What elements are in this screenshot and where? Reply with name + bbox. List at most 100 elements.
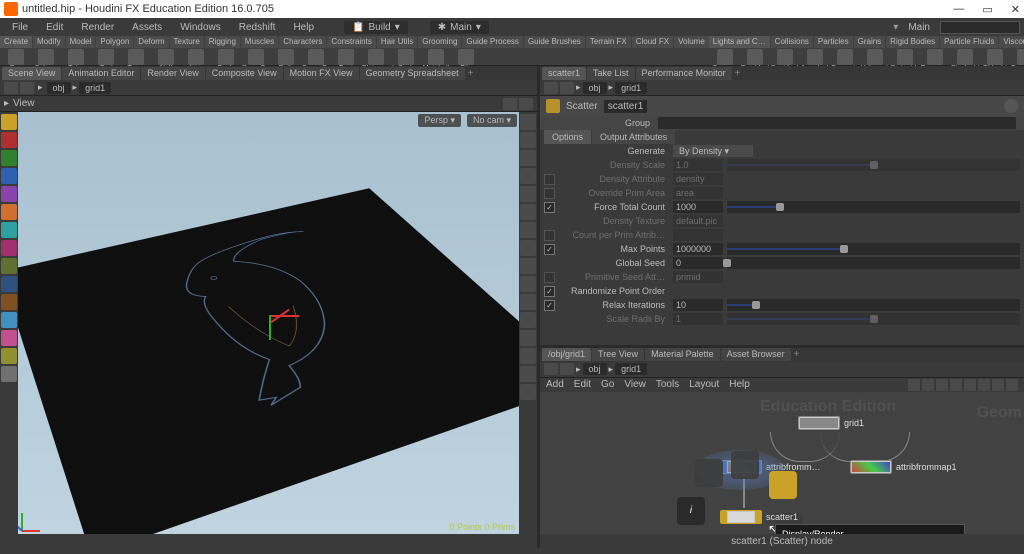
left-pane-tab-5[interactable]: Geometry Spreadsheet [360, 67, 465, 80]
shelf-left-icon-13[interactable] [398, 49, 414, 65]
net-tab-0[interactable]: /obj/grid1 [542, 348, 591, 361]
nav-back-button[interactable] [4, 82, 18, 94]
net-menu-layout[interactable]: Layout [689, 379, 719, 390]
field-dscale[interactable]: 1.0 [673, 159, 723, 171]
shelf-left-icon-9[interactable] [278, 49, 294, 65]
shelf-right-icon-10[interactable] [1017, 49, 1024, 65]
shelf-left-icon-8[interactable] [248, 49, 264, 65]
menu-assets[interactable]: Assets [124, 21, 170, 34]
shelf-right-icon-5[interactable] [867, 49, 883, 65]
field-pseed[interactable]: primid [673, 271, 723, 283]
left-tool-9[interactable] [1, 276, 17, 292]
left-tool-3[interactable] [1, 168, 17, 184]
checkbox-maxp[interactable]: ✓ [544, 244, 555, 255]
shelf-left-tab-2[interactable]: Model [66, 36, 96, 48]
left-tool-4[interactable] [1, 186, 17, 202]
right-tool-14[interactable] [520, 366, 536, 382]
shelf-left-tab-4[interactable]: Deform [134, 36, 168, 48]
left-tool-7[interactable] [1, 240, 17, 256]
parm-path-obj[interactable]: obj [583, 82, 607, 94]
net-tab-2[interactable]: Material Palette [645, 348, 720, 361]
shelf-left-tab-15[interactable]: Cloud FX [632, 36, 673, 48]
shelf-left-icon-0[interactable] [8, 49, 24, 65]
net-menu-tools[interactable]: Tools [656, 379, 679, 390]
checkbox-pseed[interactable] [544, 272, 555, 283]
shelf-right-icon-8[interactable] [957, 49, 973, 65]
shelf-right-tab-6[interactable]: Viscous Fluids [999, 36, 1024, 48]
checkbox-oprim[interactable] [544, 188, 555, 199]
field-maxp[interactable]: 1000000 [673, 243, 723, 255]
shelf-left-tab-6[interactable]: Rigging [205, 36, 240, 48]
shelf-left-icon-10[interactable] [308, 49, 324, 65]
left-tool-6[interactable] [1, 222, 17, 238]
parm-tab-output[interactable]: Output Attributes [592, 130, 675, 144]
camera-dropdown[interactable]: No cam ▾ [467, 114, 517, 127]
checkbox-ftotal[interactable]: ✓ [544, 202, 555, 213]
select-generate[interactable]: By Density ▾ [673, 145, 753, 157]
shelf-left-tab-16[interactable]: Volume [674, 36, 709, 48]
menu-redshift[interactable]: Redshift [231, 21, 284, 34]
net-nav-fwd[interactable] [560, 363, 574, 375]
net-menu-go[interactable]: Go [601, 379, 614, 390]
right-top-tab-2[interactable]: Performance Monitor [636, 67, 732, 80]
left-tool-2[interactable] [1, 150, 17, 166]
slider-ftotal[interactable] [727, 201, 1020, 213]
module-dropdown[interactable]: ✱ Main ▾ [430, 21, 489, 34]
view-layout-button[interactable] [503, 98, 517, 110]
help-search-input[interactable] [940, 21, 1020, 34]
shelf-left-tab-3[interactable]: Polygon [96, 36, 133, 48]
info-icon[interactable]: i [677, 497, 705, 525]
right-tool-4[interactable] [520, 186, 536, 202]
right-tool-10[interactable] [520, 294, 536, 310]
shelf-left-tab-5[interactable]: Texture [170, 36, 204, 48]
view-expand-button[interactable] [519, 98, 533, 110]
menu-render[interactable]: Render [73, 21, 122, 34]
parm-nav-fwd[interactable] [560, 82, 574, 94]
right-tool-0[interactable] [520, 114, 536, 130]
left-pane-tab-add[interactable]: + [468, 68, 474, 79]
shelf-right-icon-1[interactable] [747, 49, 763, 65]
menu-file[interactable]: File [4, 21, 36, 34]
field-gseed[interactable]: 0 [673, 257, 723, 269]
shelf-left-icon-7[interactable] [218, 49, 234, 65]
slider-dscale[interactable] [727, 159, 1020, 171]
left-tool-13[interactable] [1, 348, 17, 364]
net-tab-add[interactable]: + [794, 349, 800, 360]
shelf-right-icon-9[interactable] [987, 49, 1003, 65]
shelf-right-tab-3[interactable]: Grains [854, 36, 886, 48]
shelf-right-tab-2[interactable]: Particles [814, 36, 853, 48]
shelf-right-icon-6[interactable] [897, 49, 913, 65]
window-minimize-icon[interactable]: — [953, 3, 964, 16]
shelf-left-tab-14[interactable]: Terrain FX [586, 36, 631, 48]
net-menu-edit[interactable]: Edit [574, 379, 591, 390]
path-grid[interactable]: grid1 [79, 82, 111, 94]
left-tool-5[interactable] [1, 204, 17, 220]
node-attribfrommap-right[interactable]: attribfrommap1 [850, 460, 957, 474]
net-menu-add[interactable]: Add [546, 379, 564, 390]
left-pane-tab-1[interactable]: Animation Editor [62, 67, 140, 80]
checkbox-dattr[interactable] [544, 174, 555, 185]
nav-main-label[interactable]: Main [908, 22, 930, 33]
shelf-left-tab-12[interactable]: Guide Process [462, 36, 522, 48]
shelf-left-tab-7[interactable]: Muscles [241, 36, 278, 48]
right-tool-15[interactable] [520, 384, 536, 400]
viewport-3d[interactable]: Persp ▾ No cam ▾ [18, 112, 519, 534]
slider-scr[interactable] [727, 313, 1020, 325]
right-tool-7[interactable] [520, 240, 536, 256]
shelf-left-icon-2[interactable] [68, 49, 84, 65]
left-tool-10[interactable] [1, 294, 17, 310]
shelf-left-icon-3[interactable] [98, 49, 114, 65]
persp-dropdown[interactable]: Persp ▾ [418, 114, 461, 127]
left-tool-1[interactable] [1, 132, 17, 148]
desktop-dropdown[interactable]: 📋 Build ▾ [344, 21, 408, 34]
field-relax[interactable]: 10 [673, 299, 723, 311]
left-pane-tab-2[interactable]: Render View [141, 67, 204, 80]
parm-nav-back[interactable] [544, 82, 558, 94]
menu-help[interactable]: Help [285, 21, 322, 34]
shelf-right-tab-4[interactable]: Rigid Bodies [886, 36, 939, 48]
path-obj[interactable]: obj [47, 82, 71, 94]
right-top-tab-add[interactable]: + [735, 68, 741, 79]
right-top-tab-1[interactable]: Take List [587, 67, 635, 80]
shelf-right-tab-0[interactable]: Lights and C… [709, 36, 770, 48]
field-scr[interactable]: 1 [673, 313, 723, 325]
